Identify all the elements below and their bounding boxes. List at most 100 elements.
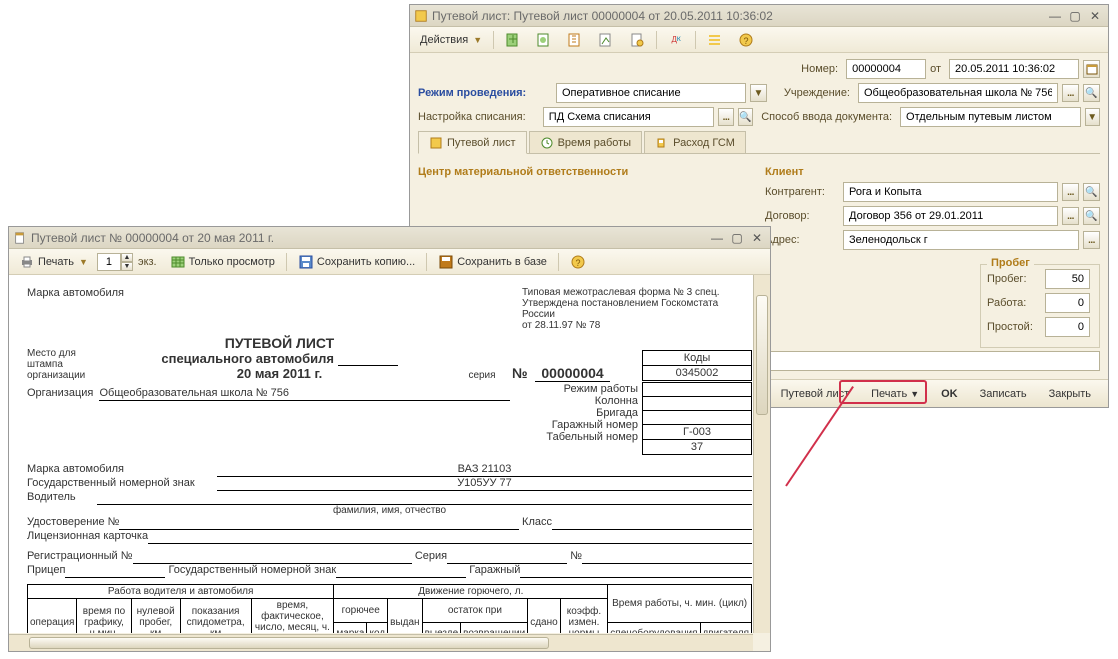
- plate-label: Государственный номерной знак: [27, 477, 217, 491]
- select-button[interactable]: [1062, 183, 1079, 201]
- doc-title: ПУТЕВОЙ ЛИСТ: [107, 335, 452, 351]
- organization-value: Общеобразовательная школа № 756: [99, 387, 510, 401]
- brand2-label: Марка автомобиля: [27, 463, 217, 477]
- svg-text:?: ?: [744, 36, 749, 46]
- window-title: Путевой лист: Путевой лист 00000004 от 2…: [432, 9, 1046, 23]
- docmode-input[interactable]: [900, 107, 1080, 127]
- print-button[interactable]: Печать▼: [13, 252, 94, 272]
- counterparty-input[interactable]: [843, 182, 1058, 202]
- print-toolbar: Печать▼ ▲▼ экз. Только просмотр Сохранит…: [9, 249, 770, 275]
- copies-spinner[interactable]: ▲▼: [97, 253, 133, 271]
- tab-waybill[interactable]: Путевой лист: [418, 131, 527, 154]
- ok-button[interactable]: OK: [932, 384, 967, 404]
- select-button[interactable]: [1062, 207, 1079, 225]
- writeoff-input[interactable]: [543, 107, 714, 127]
- tab-worktime[interactable]: Время работы: [529, 131, 643, 153]
- form-note-2: Утверждена постановлением Госкомстата Ро…: [522, 298, 752, 320]
- minimize-button[interactable]: —: [708, 231, 726, 245]
- search-icon[interactable]: 🔍: [1083, 84, 1100, 102]
- select-button[interactable]: [1083, 231, 1100, 249]
- printer-icon: [19, 254, 35, 270]
- dropdown-icon[interactable]: ▼: [1085, 108, 1100, 126]
- doc-number: 00000004: [535, 365, 609, 382]
- org-label: Учреждение:: [784, 87, 850, 99]
- driver-label: Водитель: [27, 491, 97, 505]
- number-input[interactable]: [846, 59, 926, 79]
- maximize-button[interactable]: ▢: [728, 231, 746, 245]
- list-icon: [429, 136, 443, 150]
- tab-fuel[interactable]: Расход ГСМ: [644, 131, 746, 153]
- close-form-button[interactable]: Закрыть: [1040, 384, 1100, 404]
- spin-up[interactable]: ▲: [121, 253, 133, 262]
- org-input[interactable]: [858, 83, 1058, 103]
- doc-icon: [13, 231, 27, 245]
- form-note-3: от 28.11.97 № 78: [522, 320, 752, 331]
- print-menu-button[interactable]: Печать▼: [862, 384, 928, 404]
- toolbar: Действия▼ ДК ?: [410, 27, 1108, 53]
- tabstrip: Путевой лист Время работы Расход ГСМ: [418, 131, 1100, 154]
- help-button[interactable]: ?: [564, 252, 592, 272]
- fuel-icon: [655, 136, 669, 150]
- diskette-db-icon: [438, 254, 454, 270]
- garage-value: Г-003: [642, 424, 752, 440]
- brand2-value: ВАЗ 21103: [217, 463, 752, 477]
- maximize-button[interactable]: ▢: [1066, 9, 1084, 23]
- num2-label: №: [570, 550, 582, 564]
- close-button[interactable]: ✕: [1086, 9, 1104, 23]
- dropdown-icon[interactable]: ▼: [750, 84, 767, 102]
- address-input[interactable]: [843, 230, 1079, 250]
- contract-label: Договор:: [765, 210, 835, 222]
- vertical-scrollbar[interactable]: [753, 275, 770, 633]
- series2-label: Серия: [415, 550, 447, 564]
- contract-input[interactable]: [843, 206, 1058, 226]
- horizontal-scrollbar[interactable]: [9, 634, 753, 651]
- reg-label: Регистрационный №: [27, 550, 133, 564]
- waybill-print-button[interactable]: Путевой лист: [772, 384, 859, 404]
- toolbar-icon-2[interactable]: [530, 30, 558, 50]
- help-button[interactable]: ?: [732, 30, 760, 50]
- toolbar-icon-4[interactable]: [592, 30, 620, 50]
- calendar-icon[interactable]: [1083, 60, 1100, 78]
- fio-hint: фамилия, имя, отчество: [27, 505, 752, 516]
- search-icon[interactable]: 🔍: [1083, 207, 1100, 225]
- number-symbol: №: [512, 365, 528, 381]
- mileage-legend: Пробег: [987, 257, 1034, 269]
- toolbar-icon-debit-credit[interactable]: ДК: [662, 30, 690, 50]
- mode-select[interactable]: [556, 83, 746, 103]
- writeoff-label: Настройка списания:: [418, 111, 535, 123]
- search-icon[interactable]: 🔍: [738, 108, 753, 126]
- license-label: Удостоверение №: [27, 516, 119, 530]
- docmode-label: Способ ввода документа:: [761, 111, 892, 123]
- address-label: Адрес:: [765, 234, 835, 246]
- idle-input[interactable]: [1045, 317, 1090, 337]
- run-input[interactable]: [1045, 269, 1090, 289]
- window-title: Путевой лист № 00000004 от 20 мая 2011 г…: [31, 231, 708, 245]
- toolbar-icon-5[interactable]: [623, 30, 651, 50]
- write-button[interactable]: Записать: [971, 384, 1036, 404]
- date-input[interactable]: [949, 59, 1079, 79]
- work-input[interactable]: [1045, 293, 1090, 313]
- select-button[interactable]: [1062, 84, 1079, 102]
- close-button[interactable]: ✕: [748, 231, 766, 245]
- select-button[interactable]: [718, 108, 733, 126]
- titlebar: Путевой лист: Путевой лист 00000004 от 2…: [410, 5, 1108, 27]
- actions-menu[interactable]: Действия▼: [414, 30, 488, 50]
- form-note-1: Типовая межотраслевая форма № 3 спец.: [522, 287, 752, 298]
- spin-down[interactable]: ▼: [121, 262, 133, 271]
- print-preview-window[interactable]: Путевой лист № 00000004 от 20 мая 2011 г…: [8, 226, 771, 652]
- save-copy-button[interactable]: Сохранить копию...: [292, 252, 421, 272]
- from-label: от: [930, 63, 941, 75]
- toolbar-icon-3[interactable]: [561, 30, 589, 50]
- table-icon: [170, 254, 186, 270]
- class-label: Класс: [522, 516, 552, 530]
- toolbar-icon-list[interactable]: [701, 30, 729, 50]
- mode-label: Режим проведения:: [418, 87, 548, 99]
- view-only-button[interactable]: Только просмотр: [164, 252, 281, 272]
- minimize-button[interactable]: —: [1046, 9, 1064, 23]
- print-document: Марка автомобиля Типовая межотраслевая ф…: [9, 275, 770, 633]
- save-db-button[interactable]: Сохранить в базе: [432, 252, 553, 272]
- doc-subtitle: специального автомобиля: [161, 351, 334, 366]
- toolbar-icon-1[interactable]: [499, 30, 527, 50]
- search-icon[interactable]: 🔍: [1083, 183, 1100, 201]
- number-label: Номер:: [801, 63, 838, 75]
